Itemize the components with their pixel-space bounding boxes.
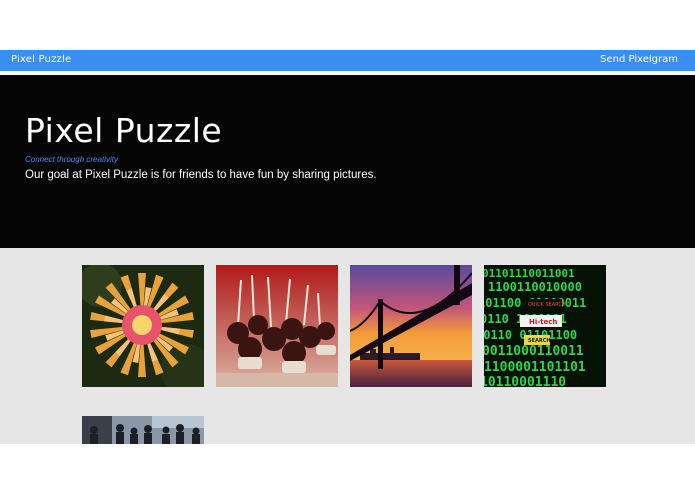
- hero-description: Our goal at Pixel Puzzle is for friends …: [25, 169, 377, 181]
- photo-gallery: 01101110011001 1100110010000 101100 0100…: [0, 248, 695, 444]
- send-pixelgram-link[interactable]: Send Pixelgram: [600, 54, 678, 65]
- gallery-image-cake-pops[interactable]: [216, 265, 338, 387]
- hi-tech-text: Hi-tech: [529, 318, 557, 326]
- svg-text:01101110011001: 01101110011001: [484, 267, 575, 280]
- brand-link[interactable]: Pixel Puzzle: [11, 54, 71, 65]
- navbar: Pixel Puzzle Send Pixelgram: [0, 50, 695, 73]
- svg-text:1100001101101: 1100001101101: [484, 360, 586, 375]
- svg-text:0011000110011: 0011000110011: [484, 344, 584, 359]
- gallery-image-flower[interactable]: [82, 265, 204, 387]
- svg-text:1100110010000: 1100110010000: [488, 280, 582, 294]
- svg-text:10110001110: 10110001110: [484, 375, 566, 387]
- search-badge-text: SEARCH: [528, 338, 551, 344]
- hero-section: Pixel Puzzle Connect through creativity …: [0, 75, 695, 248]
- gallery-image-bridge[interactable]: [350, 265, 472, 387]
- quick-search-text: QUICK SEARCH: [528, 302, 566, 308]
- hero-title: Pixel Puzzle: [25, 111, 223, 150]
- gallery-image-crowd[interactable]: [82, 416, 204, 444]
- gallery-image-binary[interactable]: 01101110011001 1100110010000 101100 0100…: [484, 265, 606, 387]
- hero-tagline: Connect through creativity: [25, 155, 118, 164]
